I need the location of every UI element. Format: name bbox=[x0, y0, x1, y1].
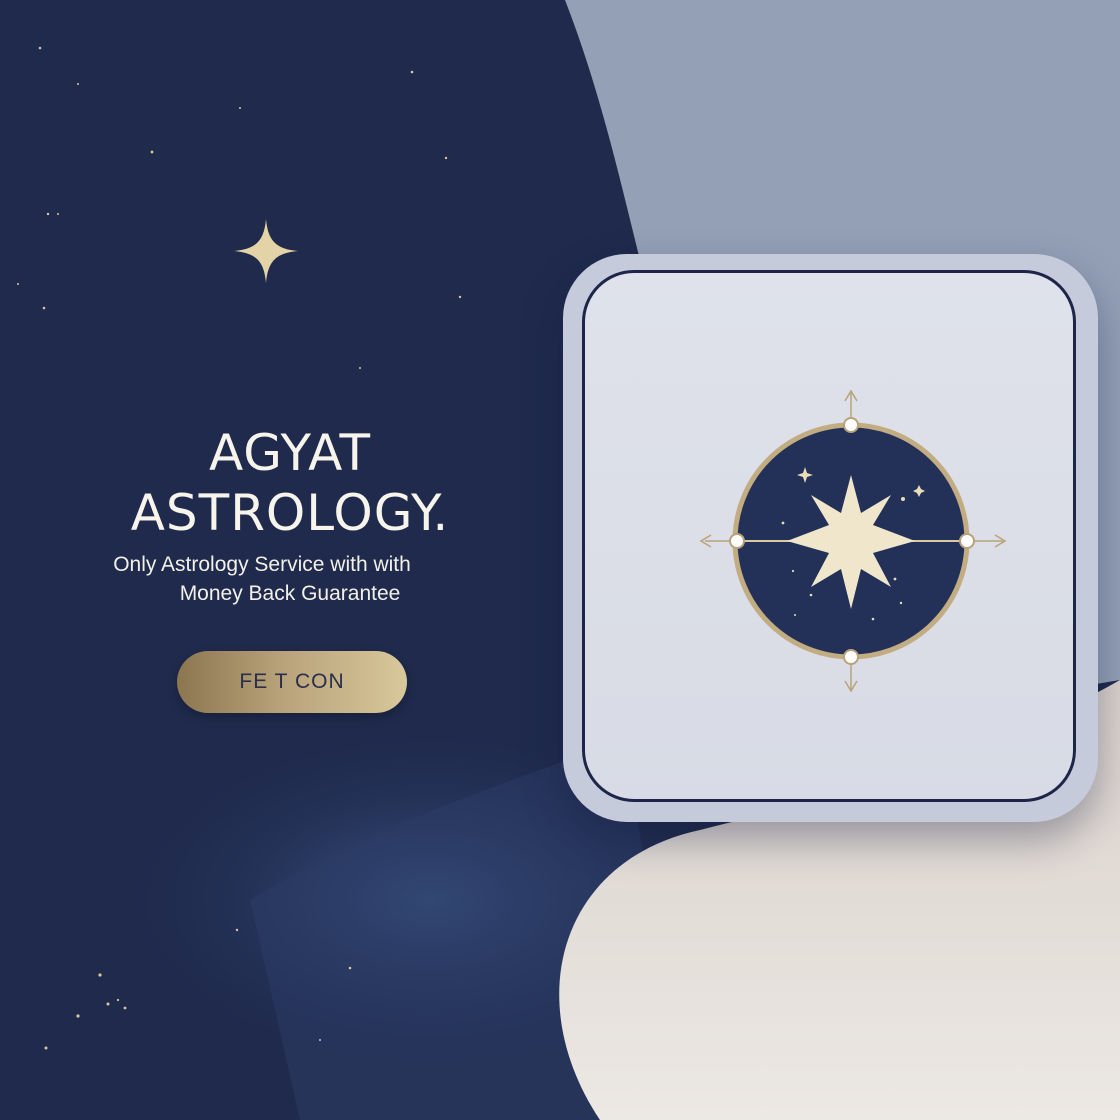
slate-panel bbox=[565, 0, 1120, 260]
hero-banner: AGYAT ASTROLOGY. Only Astrology Service … bbox=[0, 0, 1120, 1120]
cta-button[interactable]: FE T CON bbox=[177, 651, 407, 713]
device-card bbox=[563, 254, 1098, 822]
brand-title-line2: ASTROLOGY. bbox=[130, 484, 450, 542]
four-point-star-icon bbox=[234, 219, 298, 283]
tagline-line2: Money Back Guarantee bbox=[179, 582, 401, 605]
tagline-line1: Only Astrology Service with with bbox=[113, 553, 411, 576]
device-screen bbox=[582, 270, 1076, 802]
compass-star-emblem-icon bbox=[699, 389, 1007, 693]
brand-title-line1: AGYAT bbox=[208, 424, 372, 482]
